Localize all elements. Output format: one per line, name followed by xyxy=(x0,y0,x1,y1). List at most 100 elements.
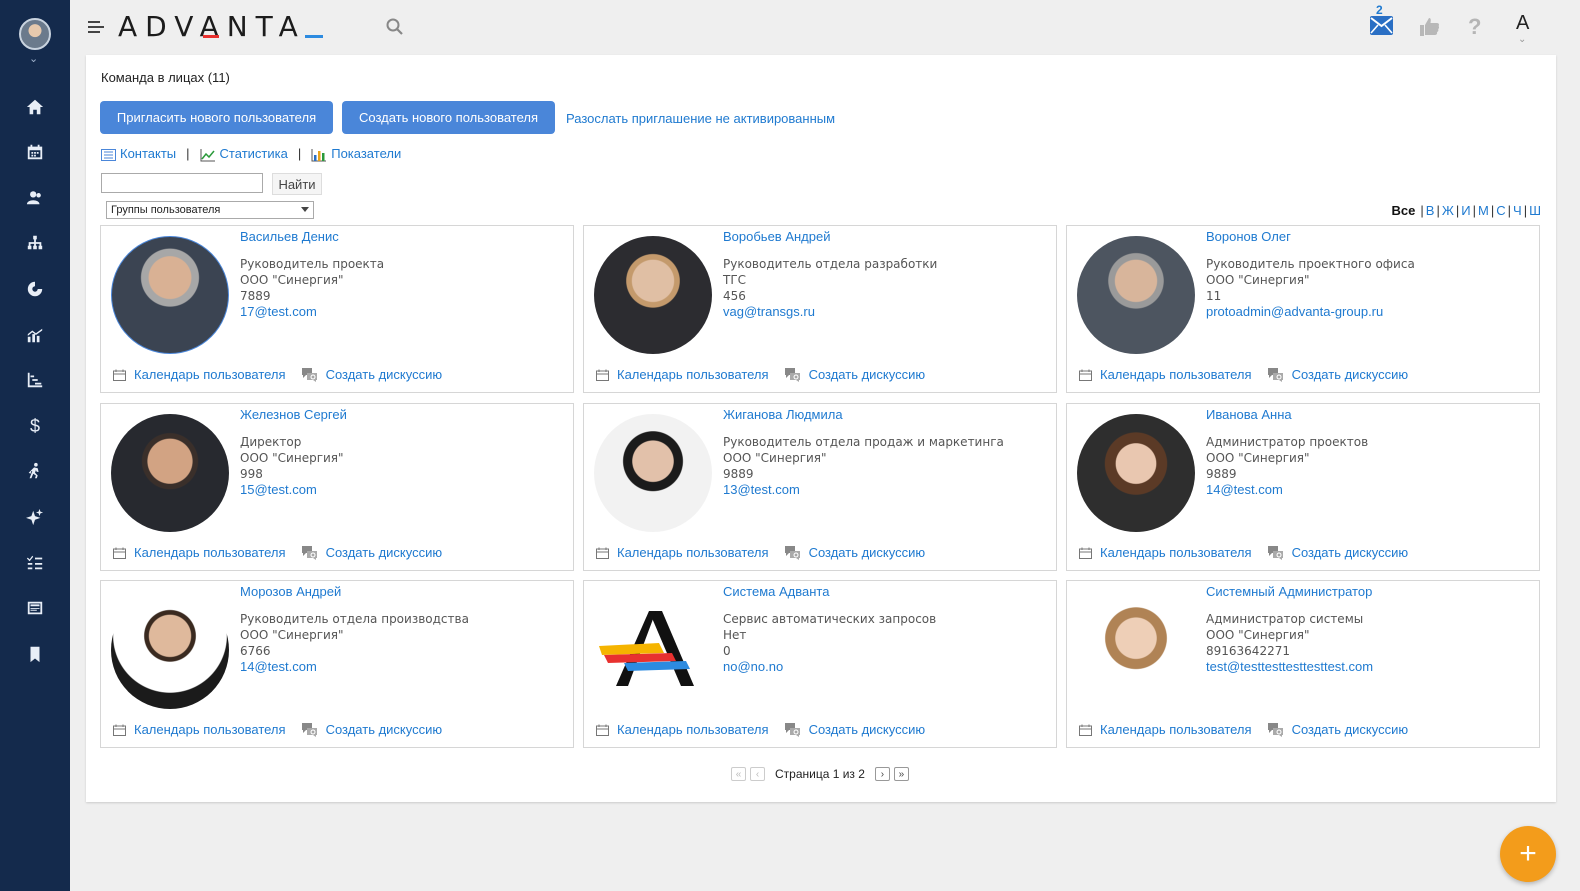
alpha-filter-letter[interactable]: И xyxy=(1461,203,1470,218)
tab-contacts-label[interactable]: Контакты xyxy=(120,146,176,161)
invite-user-button[interactable]: Пригласить нового пользователя xyxy=(100,101,333,134)
user-name-link[interactable]: Система Адванта xyxy=(723,584,829,599)
user-name-link[interactable]: Морозов Андрей xyxy=(240,584,341,599)
running-person-icon[interactable] xyxy=(22,460,48,482)
user-calendar-link[interactable]: Календарь пользователя xyxy=(1100,722,1252,737)
user-name-link[interactable]: Иванова Анна xyxy=(1206,407,1292,422)
calendar-icon[interactable] xyxy=(22,141,48,163)
user-calendar-link[interactable]: Календарь пользователя xyxy=(134,722,286,737)
user-email-link[interactable]: 17@test.com xyxy=(240,304,317,319)
news-icon[interactable] xyxy=(22,597,48,619)
create-discussion-link[interactable]: Создать дискуссию xyxy=(326,545,443,560)
alpha-filter-letter[interactable]: С xyxy=(1496,203,1505,218)
user-email-link[interactable]: 15@test.com xyxy=(240,482,317,497)
gantt-icon[interactable] xyxy=(22,369,48,391)
thumbs-up-icon[interactable] xyxy=(1419,17,1440,40)
org-structure-icon[interactable] xyxy=(22,232,48,254)
tab-contacts[interactable]: Контакты xyxy=(101,146,176,161)
tab-statistics[interactable]: Статистика xyxy=(200,146,288,162)
tab-indicators[interactable]: Показатели xyxy=(311,146,401,162)
user-phone: 0 xyxy=(723,644,731,658)
user-avatar-photo[interactable] xyxy=(594,591,712,709)
alpha-filter-letter[interactable]: М xyxy=(1478,203,1489,218)
checklist-icon[interactable] xyxy=(22,552,48,574)
user-groups-select[interactable]: Группы пользователя xyxy=(106,201,314,219)
user-avatar-photo[interactable] xyxy=(111,591,229,709)
mail-icon[interactable] xyxy=(1370,16,1393,38)
user-name-link[interactable]: Железнов Сергей xyxy=(240,407,347,422)
user-calendar-link[interactable]: Календарь пользователя xyxy=(617,367,769,382)
user-email-link[interactable]: protoadmin@advanta-group.ru xyxy=(1206,304,1383,319)
user-company: ООО "Синергия" xyxy=(240,451,344,465)
alpha-filter-letter[interactable]: В xyxy=(1426,203,1435,218)
tab-statistics-label[interactable]: Статистика xyxy=(220,146,288,161)
alpha-filter-letter[interactable]: Ч xyxy=(1513,203,1522,218)
user-name-link[interactable]: Васильев Денис xyxy=(240,229,339,244)
user-phone: 11 xyxy=(1206,289,1222,303)
user-email-link[interactable]: no@no.no xyxy=(723,659,783,674)
chevron-down-icon[interactable]: ⌄ xyxy=(1518,34,1526,45)
user-avatar-photo[interactable] xyxy=(1077,591,1195,709)
alpha-filter-all[interactable]: Все xyxy=(1392,203,1416,218)
bookmark-icon[interactable] xyxy=(22,643,48,665)
user-email-link[interactable]: 14@test.com xyxy=(1206,482,1283,497)
user-email-link[interactable]: test@testtesttesttesttest.com xyxy=(1206,659,1373,674)
alpha-filter-letter[interactable]: Ш xyxy=(1529,203,1541,218)
user-position: Сервис автоматических запросов xyxy=(723,612,937,626)
create-discussion-link[interactable]: Создать дискуссию xyxy=(1292,722,1409,737)
sparkle-icon[interactable] xyxy=(22,506,48,528)
next-page-button[interactable]: › xyxy=(874,767,890,781)
user-calendar-link[interactable]: Календарь пользователя xyxy=(134,367,286,382)
create-discussion-link[interactable]: Создать дискуссию xyxy=(1292,545,1409,560)
users-icon[interactable] xyxy=(22,187,48,209)
alpha-filter-letter[interactable]: Ж xyxy=(1442,203,1454,218)
user-avatar-photo[interactable] xyxy=(1077,236,1195,354)
first-page-button[interactable]: « xyxy=(731,767,746,781)
home-icon[interactable] xyxy=(22,96,48,118)
search-icon[interactable] xyxy=(385,17,405,37)
create-user-button[interactable]: Создать нового пользователя xyxy=(342,101,555,134)
advanta-menu-icon[interactable]: A xyxy=(1516,12,1529,35)
create-discussion-link[interactable]: Создать дискуссию xyxy=(809,722,926,737)
last-page-button[interactable]: » xyxy=(893,767,909,781)
user-calendar-link[interactable]: Календарь пользователя xyxy=(617,545,769,560)
create-discussion-link[interactable]: Создать дискуссию xyxy=(326,722,443,737)
alpha-separator: | xyxy=(1490,203,1495,218)
menu-toggle-icon[interactable] xyxy=(88,20,106,34)
search-input[interactable] xyxy=(101,173,263,193)
user-calendar-link[interactable]: Календарь пользователя xyxy=(617,722,769,737)
user-avatar-photo[interactable] xyxy=(594,236,712,354)
pie-chart-icon[interactable] xyxy=(22,278,48,300)
user-name-link[interactable]: Воробьев Андрей xyxy=(723,229,831,244)
user-email-link[interactable]: 14@test.com xyxy=(240,659,317,674)
user-email-link[interactable]: vag@transgs.ru xyxy=(723,304,815,319)
user-card: Воронов Олег Руководитель проектного офис… xyxy=(1066,225,1540,393)
user-avatar[interactable] xyxy=(19,18,51,50)
prev-page-button[interactable]: ‹ xyxy=(750,767,765,781)
user-avatar-photo[interactable] xyxy=(1077,414,1195,532)
create-discussion-link[interactable]: Создать дискуссию xyxy=(809,367,926,382)
user-details: Директор ООО "Синергия" 998 xyxy=(240,434,344,482)
user-email-link[interactable]: 13@test.com xyxy=(723,482,800,497)
user-name-link[interactable]: Системный Администратор xyxy=(1206,584,1372,599)
create-discussion-link[interactable]: Создать дискуссию xyxy=(1292,367,1409,382)
advanta-logo[interactable]: ADVANTA xyxy=(118,10,306,43)
user-calendar-link[interactable]: Календарь пользователя xyxy=(1100,367,1252,382)
user-avatar-photo[interactable] xyxy=(594,414,712,532)
find-button[interactable]: Найти xyxy=(272,173,322,195)
help-icon[interactable]: ? xyxy=(1468,14,1481,40)
user-name-link[interactable]: Жиганова Людмила xyxy=(723,407,843,422)
user-avatar-photo[interactable] xyxy=(111,414,229,532)
add-fab-button[interactable]: + xyxy=(1500,826,1556,882)
user-avatar-photo[interactable] xyxy=(111,236,229,354)
user-calendar-link[interactable]: Календарь пользователя xyxy=(1100,545,1252,560)
create-discussion-link[interactable]: Создать дискуссию xyxy=(809,545,926,560)
chevron-down-icon[interactable]: ⌄ xyxy=(29,52,38,65)
analytics-icon[interactable] xyxy=(22,324,48,346)
user-name-link[interactable]: Воронов Олег xyxy=(1206,229,1291,244)
user-calendar-link[interactable]: Календарь пользователя xyxy=(134,545,286,560)
resend-invitations-link[interactable]: Разослать приглашение не активированным xyxy=(566,111,835,126)
tab-indicators-label[interactable]: Показатели xyxy=(331,146,401,161)
dollar-icon[interactable]: $ xyxy=(22,415,48,437)
create-discussion-link[interactable]: Создать дискуссию xyxy=(326,367,443,382)
